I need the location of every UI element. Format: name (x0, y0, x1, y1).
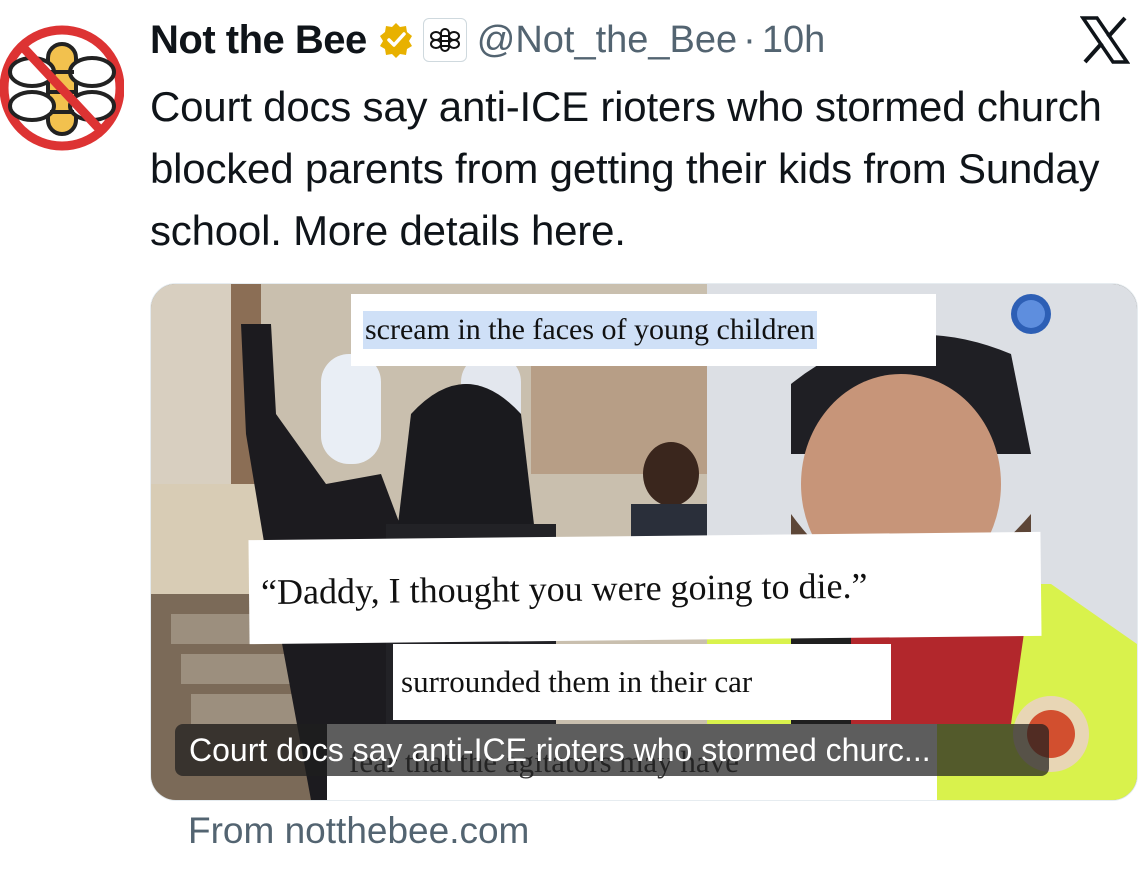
gold-verified-badge-icon[interactable] (377, 21, 415, 59)
x-logo-icon (1079, 16, 1131, 64)
display-name[interactable]: Not the Bee (150, 18, 367, 63)
quote-clipping: surrounded them in their car (393, 644, 891, 720)
separator-dot: · (743, 18, 756, 61)
link-card[interactable]: scream in the faces of young children “D… (150, 283, 1138, 801)
source-link[interactable]: From notthebee.com (188, 810, 529, 852)
tweet-text: Court docs say anti-ICE rioters who stor… (150, 83, 1102, 254)
quote-clipping: “Daddy, I thought you were going to die.… (248, 531, 1042, 645)
no-bee-logo-icon (0, 25, 125, 151)
quote-clipping: scream in the faces of young children (351, 294, 936, 366)
bee-logo-icon[interactable] (422, 18, 467, 62)
timestamp[interactable]: 10h (762, 19, 825, 62)
tweet-header: Not the Bee @Not_the_Bee · 10h (150, 14, 825, 66)
avatar[interactable] (0, 22, 125, 154)
card-caption[interactable]: Court docs say anti-ICE rioters who stor… (175, 724, 1049, 776)
handle[interactable]: @Not_the_Bee (477, 19, 737, 62)
